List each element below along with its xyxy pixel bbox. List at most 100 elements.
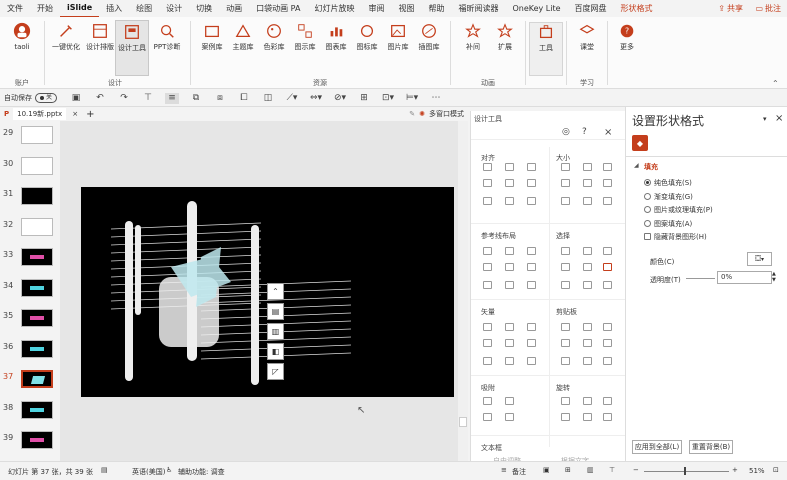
merge-shapes-icon[interactable]: ⊘▾ (333, 93, 347, 104)
scrollbar-thumb[interactable] (459, 417, 467, 427)
customize-icon[interactable]: ⋯ (429, 93, 443, 104)
slide-thumbnail[interactable] (21, 309, 53, 327)
tool-icon[interactable] (505, 413, 514, 421)
menu-item[interactable]: 文件 (0, 0, 30, 17)
present-icon[interactable]: ⊤ (141, 93, 155, 104)
grid-icon[interactable]: ⊞ (357, 93, 371, 104)
collapse-ribbon-icon[interactable]: ⌃ (772, 79, 779, 88)
arrange-icon[interactable]: ⧈ (213, 93, 227, 104)
slide-thumbnail[interactable] (21, 278, 53, 297)
pane-options-icon[interactable]: ▾ (763, 115, 767, 123)
tool-icon[interactable] (505, 397, 514, 405)
reset-background-button[interactable]: 重置背景(B) (689, 440, 733, 454)
menu-item[interactable]: 幻灯片放映 (307, 0, 361, 17)
tool-icon[interactable] (527, 323, 536, 331)
case-library-button[interactable]: 案例库 (195, 22, 229, 52)
tool-icon[interactable] (603, 163, 612, 171)
slide-thumbnail[interactable] (21, 431, 53, 449)
illustration-library-button[interactable]: 插图库 (412, 22, 446, 52)
tool-icon[interactable] (483, 179, 492, 187)
transparency-input[interactable]: 0% (717, 271, 772, 284)
tool-icon[interactable] (583, 339, 592, 347)
tool-icon[interactable] (527, 357, 536, 365)
tool-icon[interactable] (603, 413, 612, 421)
tool-icon[interactable] (583, 323, 592, 331)
align-icon[interactable]: ≡ (165, 92, 180, 104)
slide-thumbnail[interactable] (21, 217, 53, 236)
tool-icon[interactable] (483, 323, 492, 331)
save-icon[interactable]: ▣ (69, 93, 83, 104)
tool-icon[interactable] (583, 163, 592, 171)
tool-icon[interactable] (483, 339, 492, 347)
hide-background-checkbox[interactable] (644, 233, 651, 240)
vertical-scrollbar[interactable] (458, 121, 468, 461)
menu-item[interactable]: OneKey Lite (505, 0, 567, 17)
slide-thumbnail[interactable] (21, 187, 53, 205)
share-button[interactable]: ⇪ 共享 (714, 1, 747, 15)
undo-icon[interactable]: ↶ (93, 93, 107, 104)
menu-item[interactable]: 开始 (30, 0, 60, 17)
fill-option-radio[interactable] (644, 192, 651, 200)
tool-icon[interactable] (505, 357, 514, 365)
theme-library-button[interactable]: 主题库 (226, 22, 260, 52)
tool-icon[interactable] (583, 247, 592, 255)
menu-item[interactable]: 绘图 (129, 0, 159, 17)
tool-icon[interactable] (583, 357, 592, 365)
align-left-icon[interactable]: ⊨▾ (405, 93, 419, 104)
tool-icon[interactable] (603, 397, 612, 405)
tool-icon[interactable] (561, 163, 570, 171)
slide-thumbnail[interactable] (21, 339, 53, 358)
tool-icon[interactable] (483, 397, 492, 405)
tool-icon[interactable] (527, 163, 536, 171)
distribute-icon[interactable]: ⇔▾ (309, 93, 323, 104)
tool-icon[interactable] (483, 413, 492, 421)
slide-thumbnail[interactable] (21, 400, 53, 419)
one-click-optimize-button[interactable]: 一键优化 (49, 22, 83, 52)
pin-icon[interactable]: ✎ (409, 110, 415, 118)
slide-thumbnail[interactable] (21, 370, 53, 388)
autosave-toggle[interactable]: 关 (35, 93, 58, 103)
fill-option-radio[interactable] (644, 219, 651, 227)
menu-item[interactable]: 切换 (189, 0, 219, 17)
group-icon[interactable]: ⧉ (189, 93, 203, 104)
account-button[interactable]: taoli (3, 22, 41, 52)
normal-view-icon[interactable]: ▣ (543, 466, 550, 474)
apply-to-all-button[interactable]: 应用到全部(L) (632, 440, 682, 454)
layout-options-icon[interactable]: ⌃ (267, 283, 284, 300)
tool-icon[interactable] (505, 339, 514, 347)
tool-icon[interactable] (583, 263, 592, 271)
tool-icon[interactable] (561, 413, 570, 421)
reading-view-icon[interactable]: ▥ (587, 466, 594, 474)
tool-icon[interactable] (527, 263, 536, 271)
tool-icon[interactable] (483, 263, 492, 271)
tool-icon[interactable] (527, 339, 536, 347)
tool-icon[interactable] (483, 197, 492, 205)
color-library-button[interactable]: 色彩库 (257, 22, 291, 52)
close-tools-icon[interactable]: × (604, 127, 612, 138)
menu-item[interactable]: 形状格式 (614, 0, 660, 17)
tool-icon[interactable] (505, 197, 514, 205)
tool-icon[interactable] (561, 247, 570, 255)
tool-icon[interactable] (603, 263, 612, 271)
help-icon[interactable]: ? (582, 127, 587, 137)
fit-to-window-icon[interactable]: ⊡ (773, 466, 779, 474)
tool-icon[interactable] (505, 163, 514, 171)
shape-fill-icon[interactable]: ◫ (261, 93, 275, 104)
tool-icon[interactable] (583, 281, 592, 289)
menu-item[interactable]: 动画 (219, 0, 249, 17)
tool-icon[interactable] (505, 179, 514, 187)
fill-option-radio[interactable] (644, 206, 651, 213)
tool-icon[interactable] (561, 339, 570, 347)
close-tab-icon[interactable]: × (72, 110, 78, 118)
tool-icon[interactable] (527, 281, 536, 289)
tool-icon[interactable] (583, 179, 592, 187)
comment-button[interactable]: ▭ 批注 (755, 1, 781, 15)
target-icon[interactable]: ◎ (562, 127, 570, 137)
menu-item[interactable]: 口袋动画 PA (249, 0, 307, 17)
tool-icon[interactable] (583, 397, 592, 405)
tool-icon[interactable] (561, 357, 570, 365)
tool-icon[interactable] (603, 323, 612, 331)
document-tab[interactable]: 10.19新.pptx (13, 108, 67, 120)
tween-button[interactable]: 补间 (456, 22, 490, 52)
settings-icon[interactable]: ✺ (419, 110, 425, 118)
